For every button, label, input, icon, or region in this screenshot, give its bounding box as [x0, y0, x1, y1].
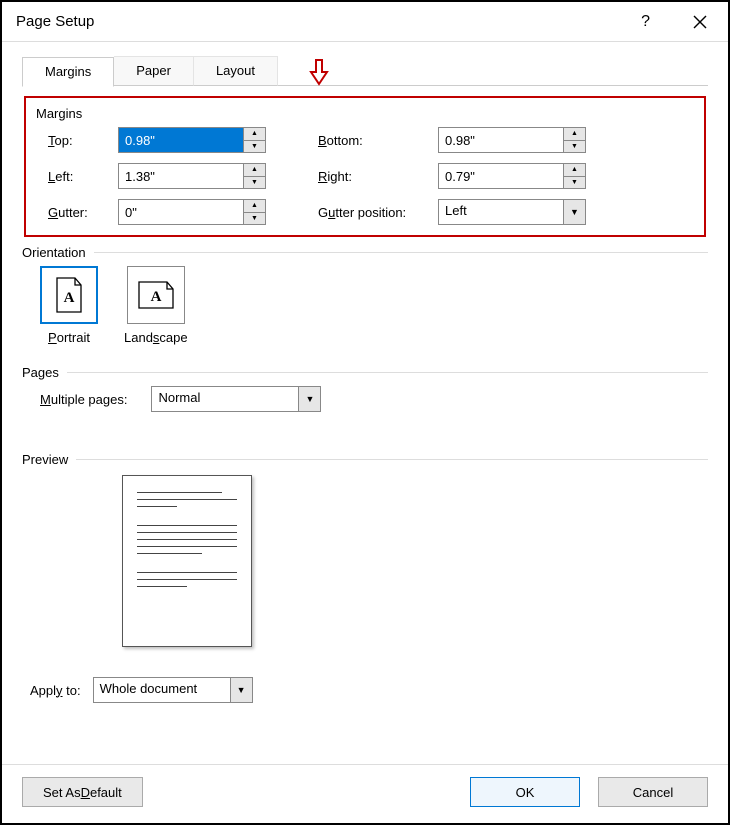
tab-bar: Margins Paper Layout	[22, 56, 708, 86]
margin-right-label: Right:	[318, 169, 438, 184]
apply-to-dropdown[interactable]: Whole document ▼	[93, 677, 253, 703]
orientation-portrait-button[interactable]: A Portrait	[40, 266, 98, 345]
margin-top-input[interactable]	[119, 128, 243, 152]
apply-to-label: Apply to:	[30, 683, 81, 698]
margin-left-label: Left:	[48, 169, 118, 184]
landscape-label: Landscape	[124, 330, 188, 345]
margin-left-input[interactable]	[119, 164, 243, 188]
close-icon	[692, 14, 708, 30]
annotation-arrow-icon	[308, 58, 330, 86]
multiple-pages-dropdown[interactable]: Normal ▼	[151, 386, 321, 412]
multiple-pages-value: Normal	[152, 387, 298, 411]
chevron-down-icon[interactable]: ▼	[230, 678, 252, 702]
portrait-icon: A	[40, 266, 98, 324]
portrait-label: Portrait	[40, 330, 98, 345]
spinner-up-icon[interactable]: ▲	[244, 164, 265, 177]
preview-page-icon	[122, 475, 252, 647]
page-setup-dialog: Page Setup ? Margins Paper Layout	[0, 0, 730, 825]
orientation-group-label: Orientation	[22, 245, 86, 260]
tab-margins[interactable]: Margins	[22, 57, 114, 87]
gutter-input[interactable]	[119, 200, 243, 224]
spinner-up-icon[interactable]: ▲	[244, 128, 265, 141]
spinner-down-icon[interactable]: ▼	[244, 177, 265, 189]
tab-paper[interactable]: Paper	[114, 56, 194, 86]
spinner-down-icon[interactable]: ▼	[244, 213, 265, 225]
spinner-down-icon[interactable]: ▼	[244, 141, 265, 153]
apply-to-value: Whole document	[94, 678, 230, 702]
titlebar: Page Setup ?	[2, 2, 728, 42]
margins-group-label: Margins	[36, 106, 82, 121]
gutter-label: Gutter:	[48, 205, 118, 220]
spinner-up-icon[interactable]: ▲	[564, 128, 585, 141]
margin-right-spinner[interactable]: ▲▼	[438, 163, 586, 189]
margin-bottom-label: Bottom:	[318, 133, 438, 148]
set-as-default-button[interactable]: Set As Default	[22, 777, 143, 807]
margin-bottom-input[interactable]	[439, 128, 563, 152]
dialog-footer: Set As Default OK Cancel	[2, 764, 728, 823]
gutter-spinner[interactable]: ▲▼	[118, 199, 266, 225]
orientation-landscape-button[interactable]: A Landscape	[124, 266, 188, 345]
cancel-button[interactable]: Cancel	[598, 777, 708, 807]
landscape-icon: A	[127, 266, 185, 324]
margin-bottom-spinner[interactable]: ▲▼	[438, 127, 586, 153]
margin-left-spinner[interactable]: ▲▼	[118, 163, 266, 189]
spinner-down-icon[interactable]: ▼	[564, 141, 585, 153]
help-button[interactable]: ?	[623, 13, 668, 31]
pages-group-label: Pages	[22, 365, 59, 380]
preview-group-label: Preview	[22, 452, 68, 467]
ok-button[interactable]: OK	[470, 777, 580, 807]
spinner-up-icon[interactable]: ▲	[244, 200, 265, 213]
gutter-position-label: Gutter position:	[318, 205, 438, 220]
gutter-position-value: Left	[439, 200, 563, 224]
margin-top-spinner[interactable]: ▲▼	[118, 127, 266, 153]
margin-top-label: Top:	[48, 133, 118, 148]
svg-text:A: A	[150, 289, 161, 305]
margins-group-highlight: Margins Top: ▲▼ Bottom: ▲▼ Left:	[24, 96, 706, 237]
chevron-down-icon[interactable]: ▼	[563, 200, 585, 224]
gutter-position-dropdown[interactable]: Left ▼	[438, 199, 586, 225]
chevron-down-icon[interactable]: ▼	[298, 387, 320, 411]
spinner-up-icon[interactable]: ▲	[564, 164, 585, 177]
page-title: Page Setup	[16, 13, 94, 30]
svg-text:A: A	[64, 290, 75, 306]
spinner-down-icon[interactable]: ▼	[564, 177, 585, 189]
tab-layout[interactable]: Layout	[194, 56, 278, 86]
close-button[interactable]	[668, 14, 714, 30]
multiple-pages-label: Multiple pages:	[40, 392, 127, 407]
margin-right-input[interactable]	[439, 164, 563, 188]
